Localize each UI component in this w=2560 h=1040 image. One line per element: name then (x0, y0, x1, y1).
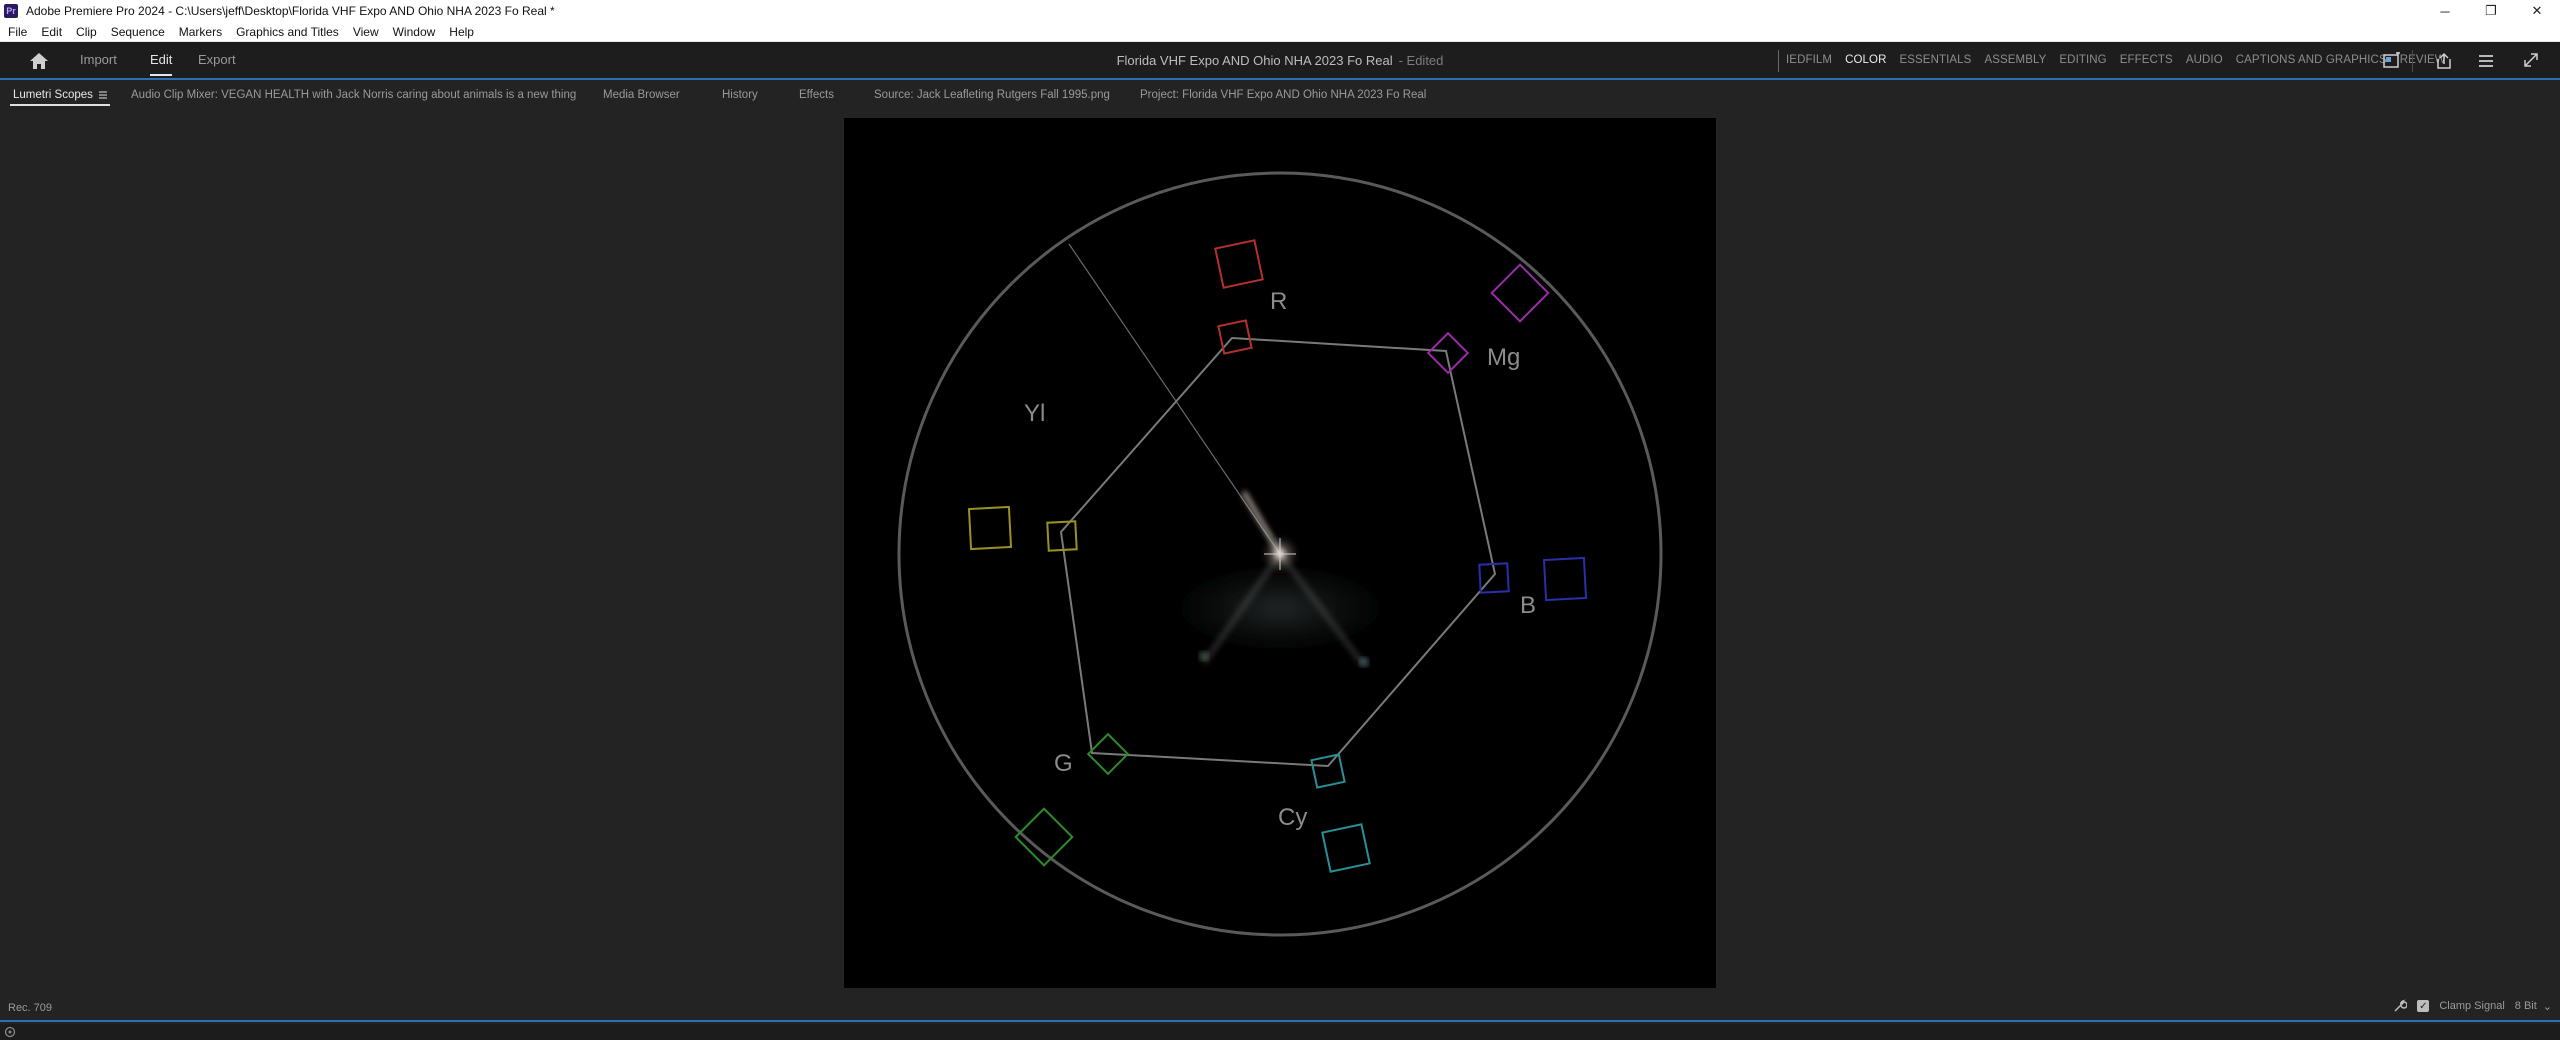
menu-file[interactable]: File (0, 22, 34, 42)
panel-menu-icon[interactable] (98, 90, 108, 100)
workspace-captions-and-graphics[interactable]: CAPTIONS AND GRAPHICS (2236, 54, 2387, 66)
menu-clip[interactable]: Clip (69, 22, 104, 42)
status-indicator-icon[interactable] (4, 1026, 16, 1038)
workspace-assembly[interactable]: ASSEMBLY (1984, 54, 2046, 66)
b-target-100 (1542, 556, 1588, 602)
label-mg: Mg (1487, 344, 1520, 371)
active-tab-underline (10, 104, 110, 106)
window-title: Adobe Premiere Pro 2024 - C:\Users\jeff\… (26, 4, 555, 18)
workspace-audio[interactable]: AUDIO (2186, 54, 2223, 66)
color-standard-label: Rec. 709 (8, 1002, 53, 1014)
menu-markers[interactable]: Markers (172, 22, 229, 42)
tab-audio-clip-mixer[interactable]: Audio Clip Mixer: VEGAN HEALTH with Jack… (131, 89, 576, 101)
menu-bar: File Edit Clip Sequence Markers Graphics… (0, 22, 2560, 42)
menu-sequence[interactable]: Sequence (104, 22, 172, 42)
share-icon[interactable] (2434, 52, 2454, 70)
workspace-iedfilm[interactable]: IEDFILM (1786, 54, 1832, 66)
bit-depth-dropdown[interactable]: 8 Bit ⌄ (2515, 1000, 2552, 1013)
tab-history[interactable]: History (722, 89, 758, 101)
mg-target-100 (1490, 263, 1550, 323)
scope-settings: ✓ Clamp Signal 8 Bit ⌄ (2393, 999, 2552, 1013)
r-target-100 (1214, 239, 1264, 289)
title-bar: Pr Adobe Premiere Pro 2024 - C:\Users\je… (0, 0, 2560, 22)
minimize-button[interactable]: ─ (2422, 0, 2468, 22)
header-bar: Import Edit Export Florida VHF Expo AND … (0, 42, 2560, 80)
menu-graphics-and-titles[interactable]: Graphics and Titles (229, 22, 346, 42)
tab-source[interactable]: Source: Jack Leafleting Rutgers Fall 199… (874, 89, 1110, 101)
workspace-divider (1778, 50, 1779, 72)
label-g: G (1054, 750, 1073, 777)
mg-target-75 (1426, 331, 1470, 375)
close-button[interactable]: ✕ (2514, 0, 2560, 22)
yl-target-100 (967, 505, 1013, 551)
restore-button[interactable]: ❐ (2468, 0, 2514, 22)
clamp-signal-label: Clamp Signal (2439, 1000, 2505, 1012)
workspace-essentials[interactable]: ESSENTIALS (1899, 54, 1971, 66)
chevron-down-icon: ⌄ (2542, 1000, 2552, 1013)
workspace-tabs: IEDFILM COLOR ESSENTIALS ASSEMBLY EDITIN… (1786, 54, 2459, 66)
tab-effects[interactable]: Effects (799, 89, 834, 101)
trace-point-g (1199, 651, 1209, 661)
menu-help[interactable]: Help (442, 22, 481, 42)
vectorscope-graph: R Mg B Cy G Yl (897, 171, 1663, 937)
panel-tab-bar: Lumetri Scopes Audio Clip Mixer: VEGAN H… (0, 80, 2560, 110)
r-target-75 (1217, 319, 1253, 355)
clamp-signal-checkbox[interactable]: ✓ (2417, 1000, 2430, 1012)
menu-view[interactable]: View (346, 22, 386, 42)
status-bar (0, 1024, 2560, 1040)
tab-lumetri-scopes[interactable]: Lumetri Scopes (13, 89, 93, 101)
trace-point-b (1359, 657, 1369, 667)
menu-edit[interactable]: Edit (34, 22, 69, 42)
wrench-icon[interactable] (2393, 999, 2408, 1013)
edited-status: - Edited (1398, 53, 1444, 68)
lumetri-scopes-panel: R Mg B Cy G Yl Rec. 709 ✓ Clamp Signal 8… (0, 110, 2560, 1022)
tab-media-browser[interactable]: Media Browser (603, 89, 680, 101)
premiere-app-icon: Pr (4, 4, 18, 18)
label-r: R (1270, 288, 1287, 315)
label-b: B (1520, 592, 1536, 619)
workspace-menu-icon[interactable] (2382, 52, 2402, 70)
workspace-editing[interactable]: EDITING (2059, 54, 2106, 66)
tab-project[interactable]: Project: Florida VHF Expo AND Ohio NHA 2… (1140, 89, 1426, 101)
fullscreen-icon[interactable] (2521, 52, 2541, 70)
label-cy: Cy (1278, 804, 1307, 831)
cy-target-100 (1321, 823, 1371, 873)
menu-window[interactable]: Window (386, 22, 443, 42)
workspace-color[interactable]: COLOR (1845, 54, 1886, 66)
vectorscope: R Mg B Cy G Yl (844, 118, 1716, 988)
workspace-effects[interactable]: EFFECTS (2120, 54, 2173, 66)
project-name: Florida VHF Expo AND Ohio NHA 2023 Fo Re… (1116, 53, 1393, 68)
quick-actions-icon[interactable] (2476, 52, 2496, 70)
label-yl: Yl (1024, 400, 1045, 427)
header-divider (2412, 50, 2413, 72)
cy-target-75 (1310, 753, 1346, 789)
bit-depth-value: 8 Bit (2514, 1000, 2537, 1012)
